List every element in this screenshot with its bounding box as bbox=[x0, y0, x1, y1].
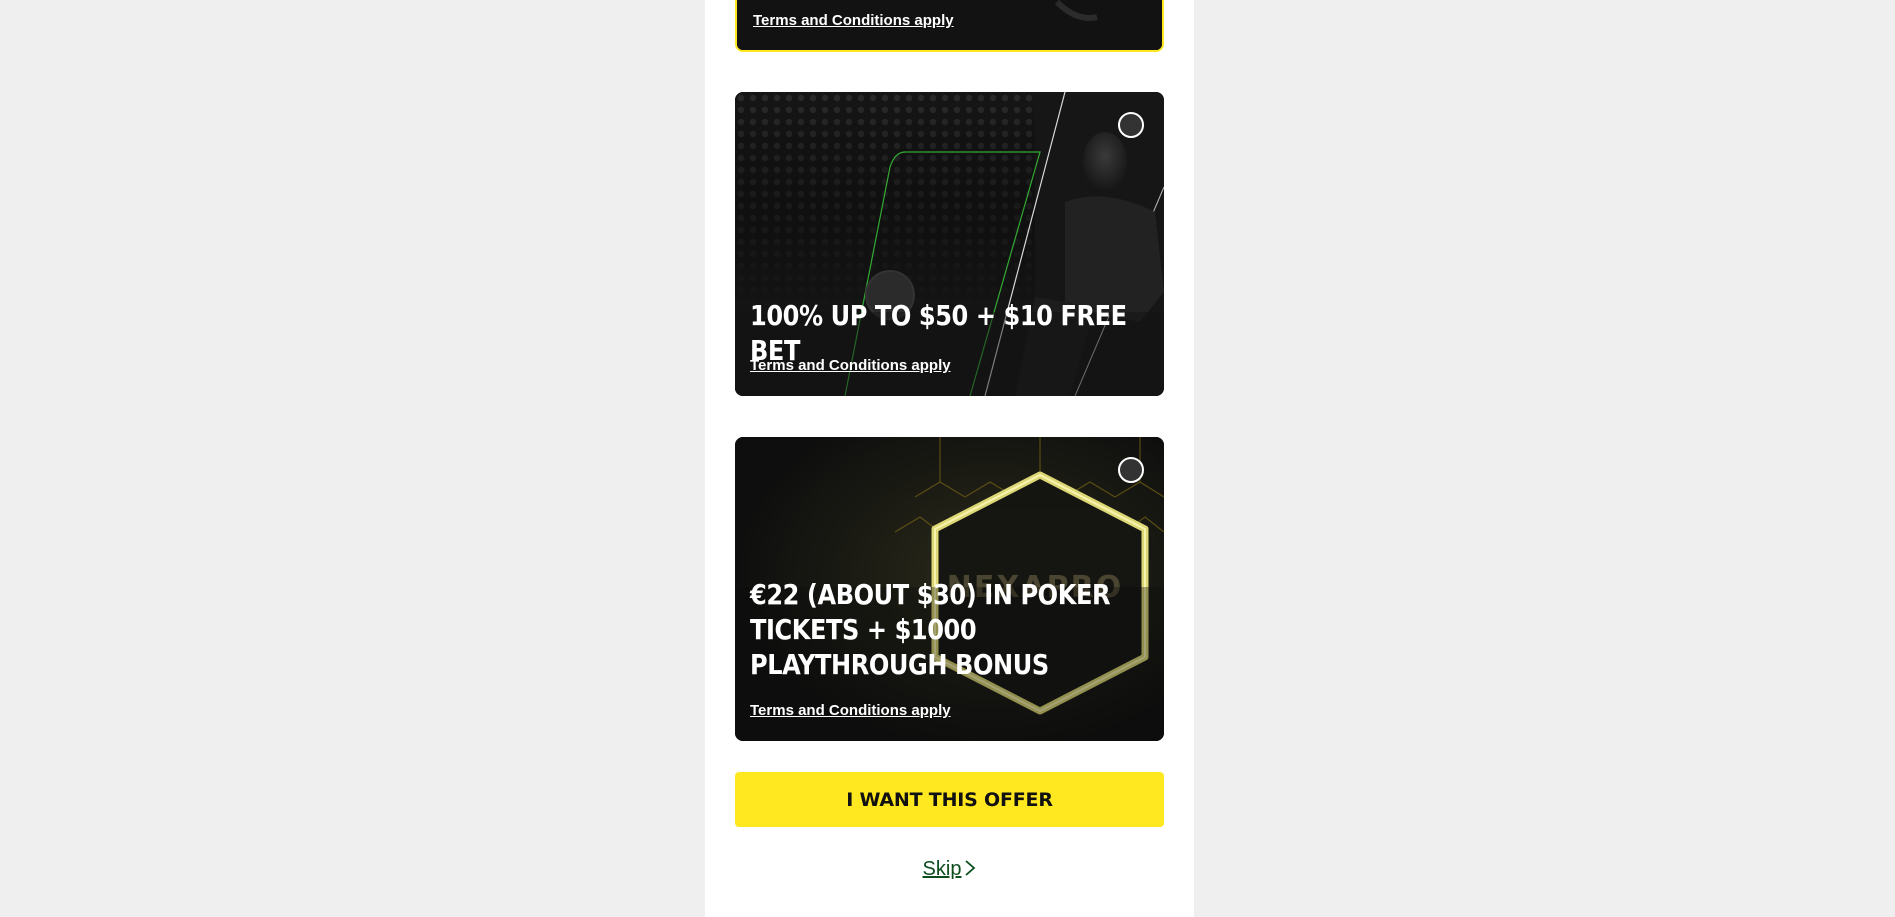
offer-title: €22 (ABOUT $30) IN POKER TICKETS + $1000… bbox=[750, 578, 1111, 681]
chevron-right-icon bbox=[965, 860, 976, 876]
offer-selection-panel: Terms and Conditions apply 100% UP TO $5… bbox=[705, 0, 1194, 917]
offer-radio-sports[interactable] bbox=[1118, 112, 1144, 138]
skip-link[interactable]: Skip bbox=[705, 858, 1194, 881]
offer-card-poker[interactable]: NEXAPRO €22 (ABOUT $30) IN POKER TICKETS… bbox=[735, 437, 1164, 741]
offer-radio-poker[interactable] bbox=[1118, 457, 1144, 483]
terms-link[interactable]: Terms and Conditions apply bbox=[750, 357, 951, 374]
offer-card-casino[interactable]: Terms and Conditions apply bbox=[735, 0, 1164, 52]
terms-link[interactable]: Terms and Conditions apply bbox=[750, 702, 951, 719]
want-offer-button[interactable]: I WANT THIS OFFER bbox=[735, 772, 1164, 827]
offer-card-sports[interactable]: 100% UP TO $50 + $10 FREE BET Terms and … bbox=[735, 92, 1164, 396]
skip-label: Skip bbox=[922, 858, 962, 880]
terms-link[interactable]: Terms and Conditions apply bbox=[753, 12, 954, 29]
